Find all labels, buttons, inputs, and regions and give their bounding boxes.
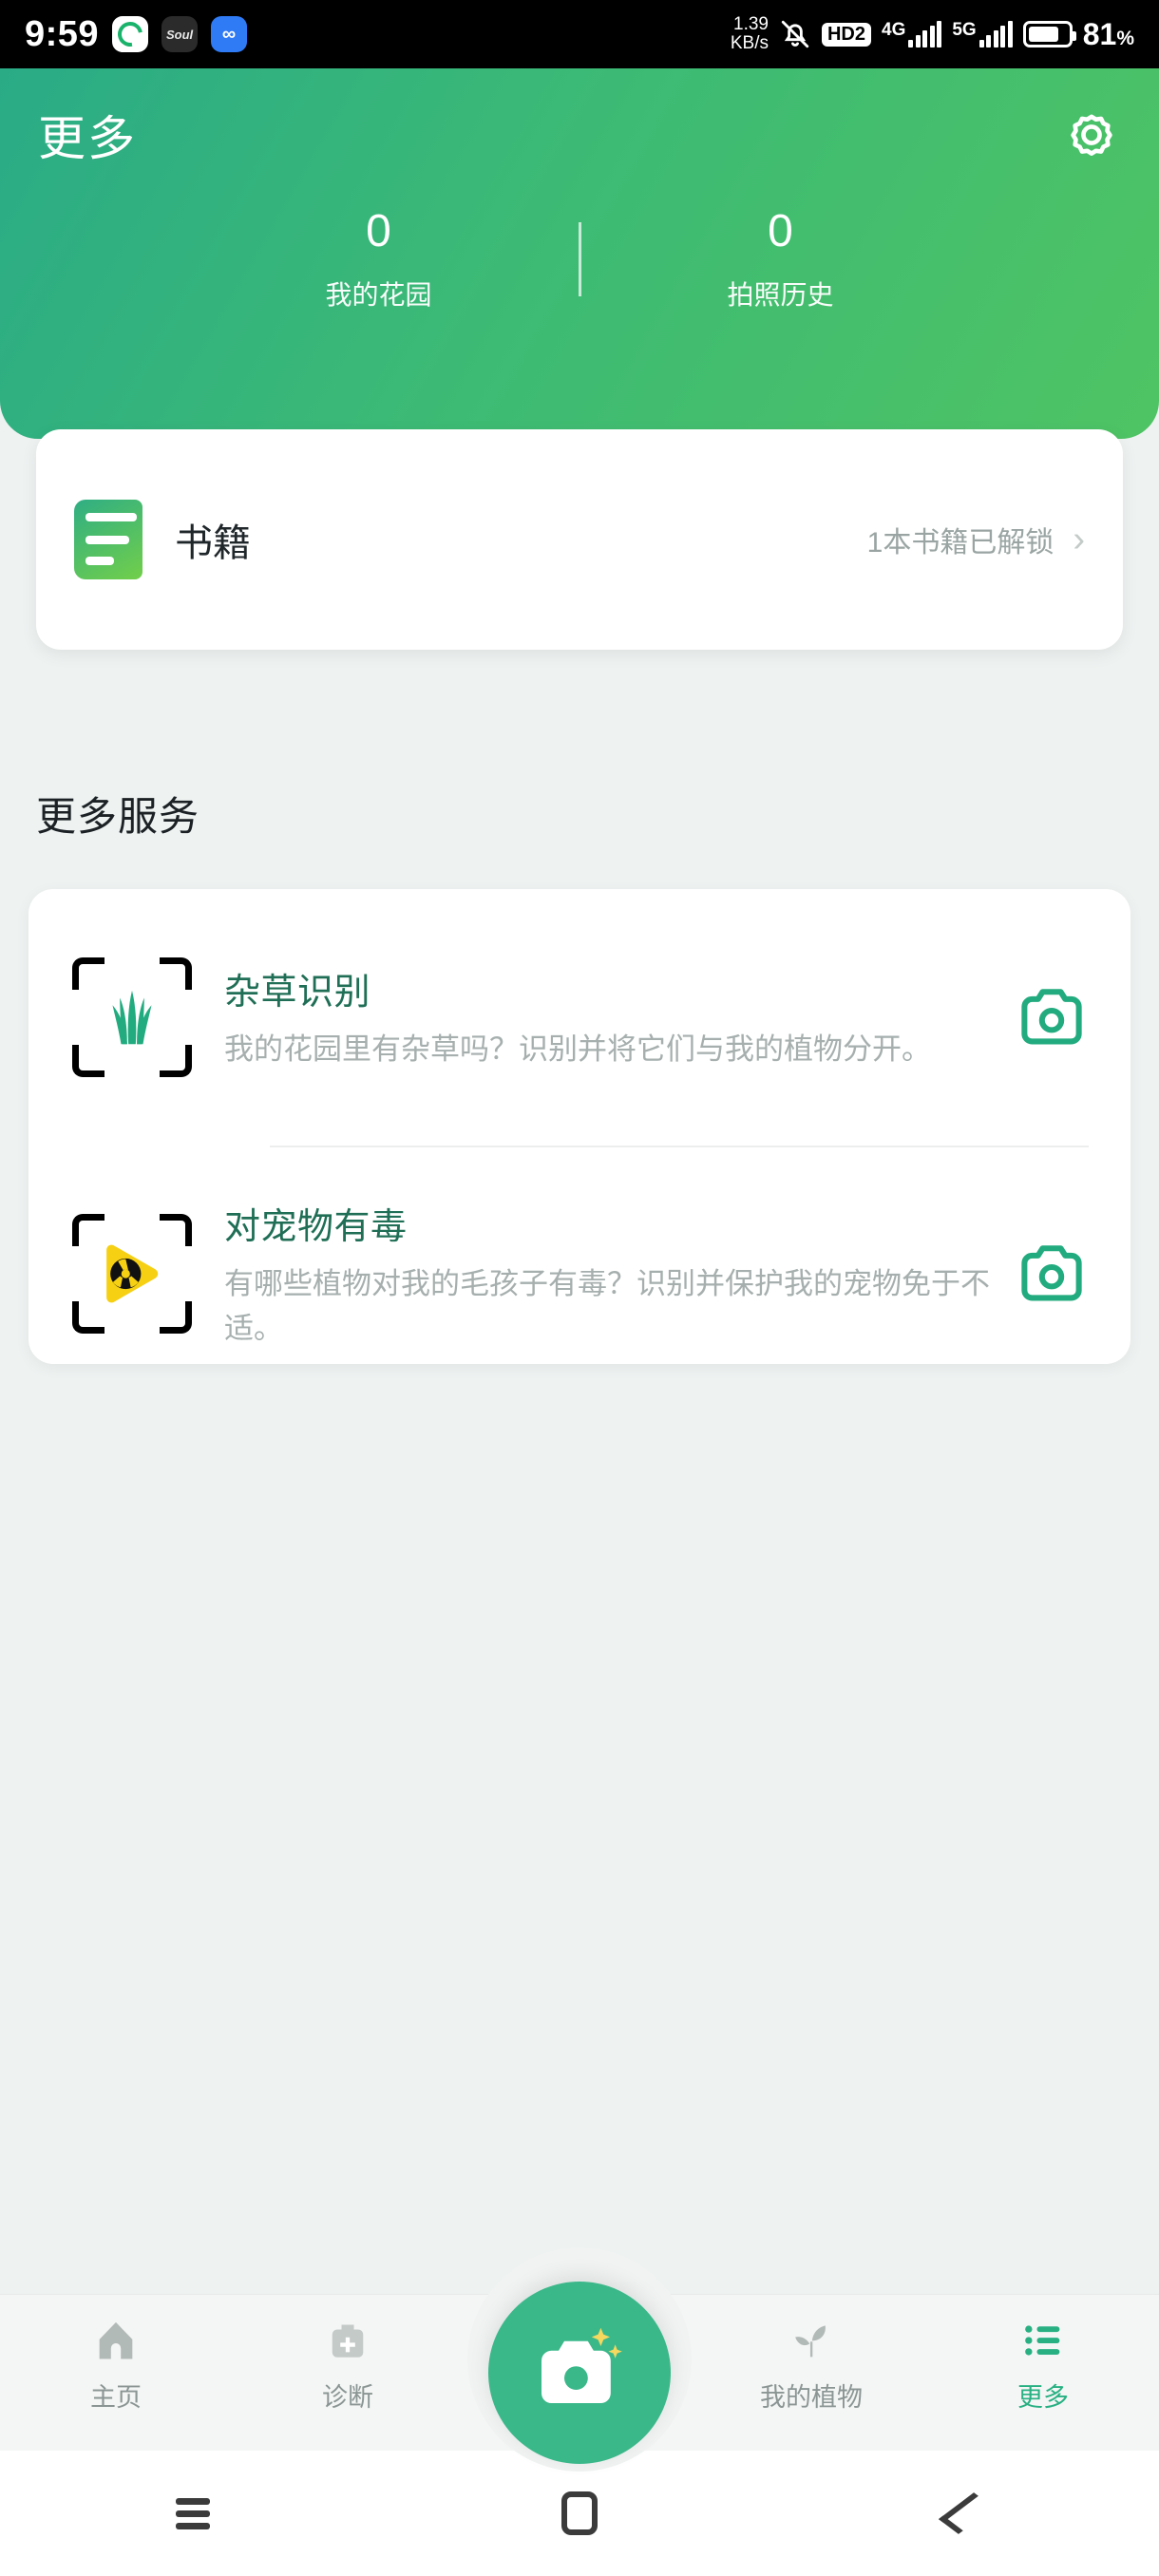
page-header: 更多 0 我的花园 0 拍照历史	[0, 68, 1159, 439]
camera-icon[interactable]	[1015, 1241, 1089, 1307]
tab-diagnose[interactable]: 诊断	[232, 2314, 464, 2414]
sprout-icon	[785, 2314, 838, 2367]
stat-my-garden-label: 我的花园	[325, 279, 432, 310]
header-stats: 0 我的花园 0 拍照历史	[38, 206, 1121, 313]
signal-sim1: 4G	[882, 20, 942, 47]
network-speed-value: 1.39	[733, 14, 769, 34]
tab-my-plants[interactable]: 我的植物	[695, 2314, 927, 2414]
app-icon-green	[112, 16, 149, 52]
service-text-toxic-to-pets: 对宠物有毒 有哪些植物对我的毛孩子有毒？识别并保护我的宠物免于不适。	[224, 1197, 1015, 1351]
app-icon-soul: Soul	[162, 16, 199, 52]
home-square-icon[interactable]	[387, 2491, 773, 2535]
stat-photo-history-label: 拍照历史	[727, 279, 834, 310]
book-icon	[74, 500, 142, 579]
list-icon	[1016, 2314, 1070, 2367]
tab-diagnose-label: 诊断	[322, 2383, 373, 2412]
recent-apps-icon[interactable]	[0, 2492, 387, 2535]
service-item-weed[interactable]: 杂草识别 我的花园里有杂草吗？识别并将它们与我的植物分开。	[28, 889, 1130, 1146]
network-speed-unit: KB/s	[730, 33, 769, 53]
camera-sparkle-icon	[542, 2327, 622, 2403]
stat-photo-history-value: 0	[768, 206, 793, 256]
tab-my-plants-label: 我的植物	[760, 2383, 863, 2412]
tab-home-label: 主页	[90, 2383, 142, 2412]
sim1-network-tag: 4G	[882, 20, 906, 40]
battery-percent: 81%	[1082, 16, 1134, 51]
service-name-toxic-to-pets: 对宠物有毒	[224, 1207, 408, 1247]
signal-sim2: 5G	[952, 20, 1013, 47]
toxic-hazard-scan-icon	[72, 1214, 192, 1334]
page-title: 更多	[38, 112, 137, 165]
tab-more[interactable]: 更多	[927, 2314, 1159, 2414]
bell-muted-icon	[779, 18, 811, 50]
diagnose-kit-icon	[321, 2314, 374, 2367]
stat-my-garden-value: 0	[366, 206, 391, 256]
camera-icon[interactable]	[1015, 984, 1089, 1051]
tab-home[interactable]: 主页	[0, 2314, 232, 2414]
stats-divider	[578, 222, 581, 297]
stat-my-garden[interactable]: 0 我的花园	[237, 206, 522, 313]
hd-call-icon: HD2	[821, 22, 871, 47]
sim2-network-tag: 5G	[952, 20, 977, 40]
books-card[interactable]: 书籍 1本书籍已解锁 ›	[36, 429, 1123, 650]
app-icon-blue: ∞	[211, 16, 248, 52]
camera-fab-button[interactable]	[488, 2282, 671, 2464]
books-card-title: 书籍	[175, 522, 251, 564]
status-bar-left: 9:59 Soul ∞	[25, 13, 248, 55]
network-speed: 1.39 KB/s	[731, 15, 769, 53]
sim1-signal-bars	[908, 21, 942, 47]
service-item-toxic-to-pets[interactable]: 对宠物有毒 有哪些植物对我的毛孩子有毒？识别并保护我的宠物免于不适。	[28, 1146, 1130, 1364]
status-bar: 9:59 Soul ∞ 1.39 KB/s HD2 4G 5G 81%	[0, 0, 1159, 68]
service-desc-weed: 我的花园里有杂草吗？识别并将它们与我的植物分开。	[224, 1032, 931, 1067]
tab-more-label: 更多	[1017, 2383, 1069, 2412]
header-top-row: 更多	[38, 101, 1121, 169]
service-text-weed: 杂草识别 我的花园里有杂草吗？识别并将它们与我的植物分开。	[224, 962, 1015, 1072]
sim2-signal-bars	[978, 21, 1013, 47]
chevron-right-icon: ›	[1073, 520, 1085, 559]
section-title-more-services: 更多服务	[36, 794, 200, 839]
back-chevron-icon[interactable]	[772, 2491, 1159, 2535]
books-card-right: 1本书籍已解锁 ›	[867, 519, 1085, 560]
gear-icon[interactable]	[1062, 105, 1121, 164]
services-list: 杂草识别 我的花园里有杂草吗？识别并将它们与我的植物分开。 对宠物有毒 有哪些植…	[28, 889, 1130, 1364]
status-clock: 9:59	[25, 13, 100, 54]
service-desc-toxic-to-pets: 有哪些植物对我的毛孩子有毒？识别并保护我的宠物免于不适。	[224, 1267, 990, 1345]
stat-photo-history[interactable]: 0 拍照历史	[638, 206, 923, 313]
battery-icon	[1022, 21, 1076, 47]
service-name-weed: 杂草识别	[224, 973, 371, 1013]
books-card-status: 1本书籍已解锁	[866, 527, 1054, 559]
home-icon	[89, 2314, 142, 2367]
grass-scan-icon	[72, 957, 192, 1077]
status-bar-right: 1.39 KB/s HD2 4G 5G 81%	[731, 15, 1134, 53]
